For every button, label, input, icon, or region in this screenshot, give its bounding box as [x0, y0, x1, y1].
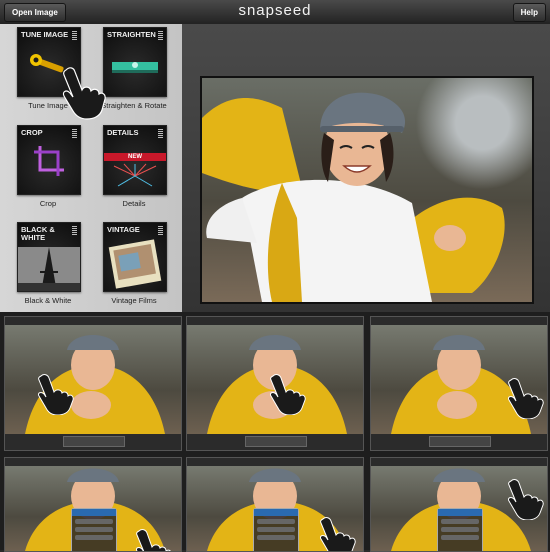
tool-tile-black-white[interactable]: BLACK & WHITE [17, 222, 81, 292]
adjustment-menu [437, 508, 483, 551]
thumb-toolbar [371, 434, 547, 450]
tool-tile-straighten[interactable]: STRAIGHTEN [103, 27, 167, 97]
main-photo[interactable] [200, 76, 534, 304]
hand-gesture-icon [136, 529, 171, 551]
menu-item [441, 519, 479, 524]
thumb-slider [245, 436, 307, 447]
tutorial-thumbnail [186, 316, 364, 451]
tool-caption-black-white: Black & White [24, 296, 72, 305]
tutorial-thumbnail [186, 457, 364, 552]
thumb-toolbar [5, 434, 181, 450]
sparkle-icon [113, 163, 157, 187]
thumb-status-bar [5, 458, 181, 466]
tutorial-thumbnail [4, 316, 182, 451]
tool-caption-crop: Crop [39, 199, 57, 208]
hand-gesture-icon [508, 479, 544, 520]
thumb-status-bar [371, 458, 547, 466]
help-button[interactable]: Help [512, 3, 546, 22]
menu-header [72, 509, 116, 516]
thumb-photo [5, 325, 181, 434]
menu-header [438, 509, 482, 516]
tutorial-thumbnail [4, 457, 182, 552]
hand-gesture-icon [508, 378, 544, 419]
adjustment-menu [253, 508, 299, 551]
tool-tile-details[interactable]: DETAILS NEW [103, 125, 167, 195]
thumb-slider [429, 436, 491, 447]
photo-icon [108, 239, 162, 289]
girl-with-scarf-image [202, 92, 505, 302]
menu-item [75, 535, 113, 540]
menu-item [441, 535, 479, 540]
hand-gesture-icon [320, 517, 356, 551]
menu-item [257, 519, 295, 524]
tools-sidebar: TUNE IMAGE Tune Image STRAIGHTEN Straigh… [0, 24, 182, 312]
thumb-status-bar [187, 317, 363, 325]
thumb-status-bar [371, 317, 547, 325]
hand-gesture-icon [270, 374, 306, 415]
image-viewer [182, 24, 550, 312]
app-title: snapseed [238, 2, 312, 19]
menu-item [257, 527, 295, 532]
menu-item [75, 527, 113, 532]
tutorial-thumbnail [370, 457, 548, 552]
menu-header [254, 509, 298, 516]
hand-gesture-icon [38, 374, 74, 415]
thumb-status-bar [187, 458, 363, 466]
adjustment-menu [71, 508, 117, 551]
hand-pointer-icon [62, 67, 106, 120]
level-icon [112, 62, 158, 73]
crop-icon [34, 146, 64, 176]
tool-caption-vintage: Vintage Films [111, 296, 157, 305]
tool-caption-details: Details [122, 199, 146, 208]
eiffel-tower-icon [18, 247, 80, 291]
thumb-status-bar [5, 317, 181, 325]
girl-thumbnail-image [25, 335, 165, 434]
tutorial-thumbnail [370, 316, 548, 451]
menu-item [257, 535, 295, 540]
tool-tile-vintage[interactable]: VINTAGE [103, 222, 167, 292]
menu-item [75, 519, 113, 524]
menu-item [441, 527, 479, 532]
top-bar: Open Image snapseed Help [0, 0, 550, 25]
app-window: Open Image snapseed Help TUNE IMAGE Tune… [0, 0, 550, 312]
thumb-slider [63, 436, 125, 447]
tutorial-thumbnails [0, 312, 550, 552]
tool-tile-crop[interactable]: CROP [17, 125, 81, 195]
thumb-toolbar [187, 434, 363, 450]
